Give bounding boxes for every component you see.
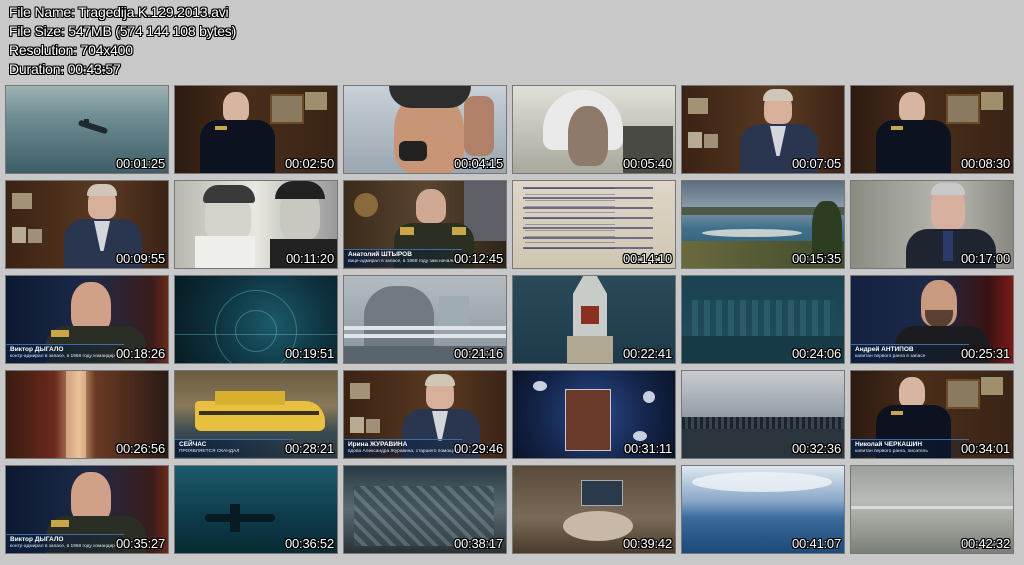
caption-name: Николай ЧЕРКАШИН: [855, 441, 923, 448]
thumbnail-30: 00:42:32: [850, 465, 1014, 554]
thumbnail-13: Виктор ДЫГАЛО контр-адмирал в запасе, в …: [5, 275, 169, 364]
thumbnail-19: 00:26:56: [5, 370, 169, 459]
thumbnail-8: 00:11:20: [174, 180, 338, 269]
thumbnail-29: 00:41:07: [681, 465, 845, 554]
thumbnail-7: 00:09:55: [5, 180, 169, 269]
timestamp-label: 00:09:55: [115, 251, 165, 266]
timestamp-label: 00:04:15: [453, 156, 503, 171]
timestamp-label: 00:08:30: [960, 156, 1010, 171]
timestamp-label: 00:34:01: [960, 441, 1010, 456]
thumbnail-27: 00:38:17: [343, 465, 507, 554]
caption-description: контр-адмирал в запасе, в 1968 году кома…: [10, 354, 122, 359]
caption-bar: Виктор ДЫГАЛО контр-адмирал в запасе, в …: [6, 534, 124, 552]
timestamp-label: 00:25:31: [960, 346, 1010, 361]
caption-name: Виктор ДЫГАЛО: [10, 536, 64, 543]
thumbnail-11: 00:15:35: [681, 180, 845, 269]
caption-bar: Николай ЧЕРКАШИН капитан первого ранга, …: [851, 439, 969, 457]
caption-description: ПРОЯВЛЯЕТСЯ СКАНДАЛ: [179, 449, 240, 454]
timestamp-label: 00:26:56: [115, 441, 165, 456]
thumbnail-25: Виктор ДЫГАЛО контр-адмирал в запасе, в …: [5, 465, 169, 554]
resolution-text: Resolution: 704x400: [9, 42, 133, 58]
timestamp-label: 00:14:10: [622, 251, 672, 266]
timestamp-label: 00:07:05: [791, 156, 841, 171]
timestamp-label: 00:41:07: [791, 536, 841, 551]
thumbnail-1: 00:01:25: [5, 85, 169, 174]
timestamp-label: 00:24:06: [791, 346, 841, 361]
thumbnail-2: 00:02:50: [174, 85, 338, 174]
timestamp-label: 00:17:00: [960, 251, 1010, 266]
thumbnail-20: СЕЙЧАС ПРОЯВЛЯЕТСЯ СКАНДАЛ 00:28:21: [174, 370, 338, 459]
timestamp-label: 00:39:42: [622, 536, 672, 551]
caption-bar: Ирина ЖУРАВИНА вдова Александра Журавина…: [344, 439, 462, 457]
duration-text: Duration: 00:43:57: [9, 61, 121, 77]
thumbnail-28: 00:39:42: [512, 465, 676, 554]
timestamp-label: 00:05:40: [622, 156, 672, 171]
file-size-text: File Size: 547MB (574 144 108 bytes): [9, 23, 237, 39]
caption-name: Виктор ДЫГАЛО: [10, 346, 64, 353]
timestamp-label: 00:22:41: [622, 346, 672, 361]
thumbnail-21: Ирина ЖУРАВИНА вдова Александра Журавина…: [343, 370, 507, 459]
caption-description: капитан первого ранга в запасе: [855, 354, 926, 359]
caption-bar: Андрей АНТИПОВ капитан первого ранга в з…: [851, 344, 969, 362]
thumbnail-24: Николай ЧЕРКАШИН капитан первого ранга, …: [850, 370, 1014, 459]
timestamp-label: 00:01:25: [115, 156, 165, 171]
caption-bar: Виктор ДЫГАЛО контр-адмирал в запасе, в …: [6, 344, 124, 362]
timestamp-label: 00:02:50: [284, 156, 334, 171]
thumbnail-12: 00:17:00: [850, 180, 1014, 269]
timestamp-label: 00:15:35: [791, 251, 841, 266]
thumbnail-4: 00:05:40: [512, 85, 676, 174]
thumbnail-16: 00:22:41: [512, 275, 676, 364]
file-name-text: File Name: Tragedija.K.129.2013.avi: [9, 4, 229, 20]
caption-name: Анатолий ШТЫРОВ: [348, 251, 412, 258]
timestamp-label: 00:12:45: [453, 251, 503, 266]
thumbnail-6: 00:08:30: [850, 85, 1014, 174]
timestamp-label: 00:36:52: [284, 536, 334, 551]
timestamp-label: 00:31:11: [623, 441, 672, 456]
thumbnail-14: 00:19:51: [174, 275, 338, 364]
timestamp-label: 00:28:21: [284, 441, 334, 456]
thumbnail-3: 00:04:15: [343, 85, 507, 174]
thumbnail-22: 00:31:11: [512, 370, 676, 459]
thumbnail-26: 00:36:52: [174, 465, 338, 554]
caption-description: капитан первого ранга, писатель: [855, 449, 928, 454]
caption-name: Андрей АНТИПОВ: [855, 346, 914, 353]
thumbnail-18: Андрей АНТИПОВ капитан первого ранга в з…: [850, 275, 1014, 364]
timestamp-label: 00:11:20: [285, 251, 334, 266]
thumbnail-15: 00:21:16: [343, 275, 507, 364]
thumbnail-grid: 00:01:25 00:02:50 00:04:15 00:05:40 00:0…: [5, 85, 1015, 560]
caption-bar: Анатолий ШТЫРОВ вице-адмирал в запасе, в…: [344, 249, 462, 267]
timestamp-label: 00:29:46: [453, 441, 503, 456]
caption-description: вице-адмирал в запасе, в 1968 году зам.н…: [348, 259, 460, 264]
timestamp-label: 00:32:36: [791, 441, 841, 456]
thumbnail-10: 00:14:10: [512, 180, 676, 269]
timestamp-label: 00:19:51: [284, 346, 334, 361]
timestamp-label: 00:21:16: [453, 346, 503, 361]
thumbnail-9: Анатолий ШТЫРОВ вице-адмирал в запасе, в…: [343, 180, 507, 269]
timestamp-label: 00:18:26: [115, 346, 165, 361]
caption-bar: СЕЙЧАС ПРОЯВЛЯЕТСЯ СКАНДАЛ: [175, 439, 293, 457]
timestamp-label: 00:35:27: [115, 536, 165, 551]
timestamp-label: 00:42:32: [960, 536, 1010, 551]
thumbnail-17: 00:24:06: [681, 275, 845, 364]
thumbnail-23: 00:32:36: [681, 370, 845, 459]
caption-name: Ирина ЖУРАВИНА: [348, 441, 408, 448]
timestamp-label: 00:38:17: [453, 536, 503, 551]
caption-description: вдова Александра Журавина, старшего помо…: [348, 449, 460, 454]
file-info-header: File Name: Tragedija.K.129.2013.avi File…: [9, 3, 236, 79]
caption-name: СЕЙЧАС: [179, 441, 207, 448]
thumbnail-5: 00:07:05: [681, 85, 845, 174]
caption-description: контр-адмирал в запасе, в 1968 году кома…: [10, 544, 122, 549]
